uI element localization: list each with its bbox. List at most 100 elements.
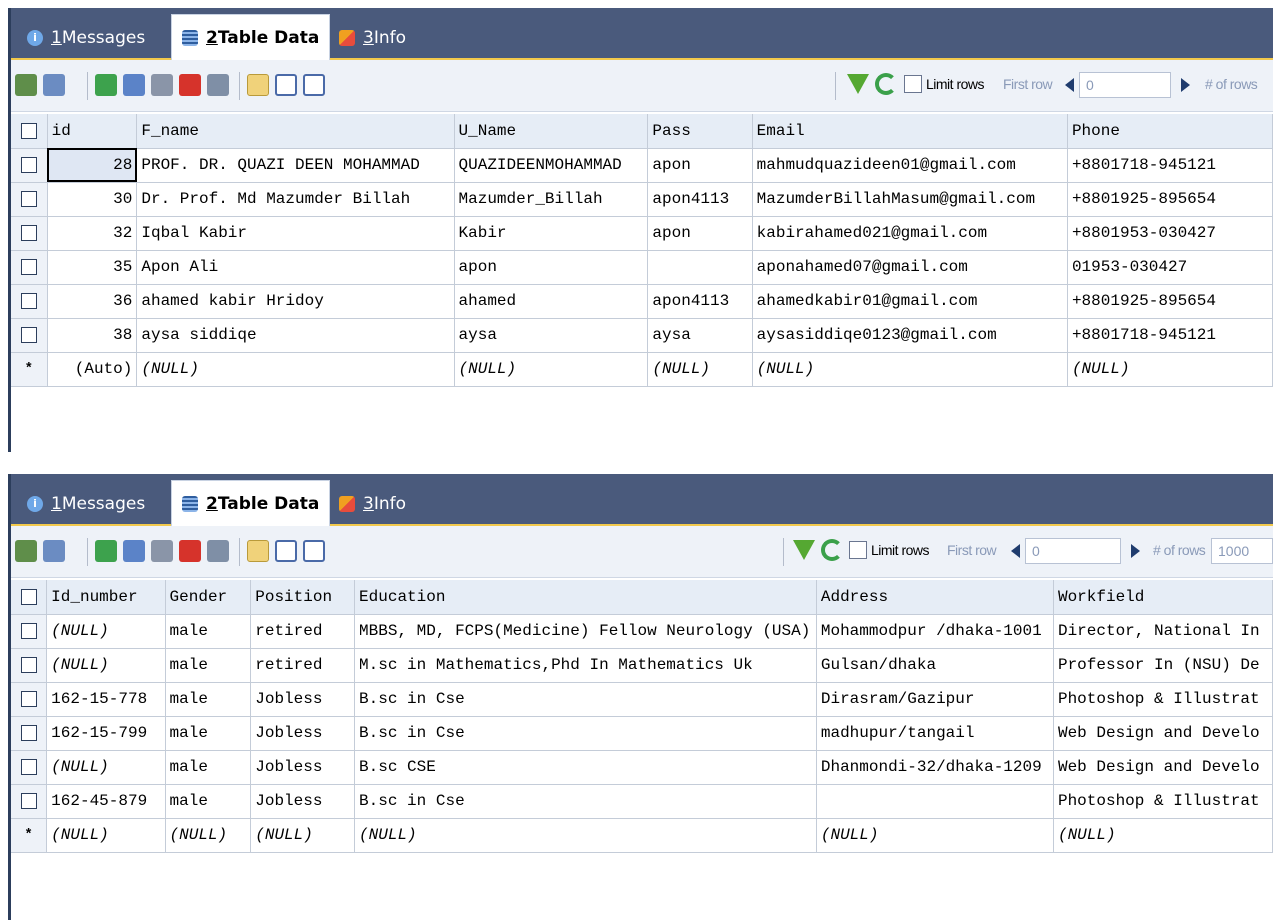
table-row[interactable]: 38 aysa siddiqe aysa aysa aysasiddiqe0123@gm… <box>11 318 1273 353</box>
form-view-icon[interactable] <box>275 74 297 96</box>
grid-cell[interactable]: Dhanmondi-32/dhaka-1209 <box>816 750 1054 785</box>
prev-page-icon[interactable] <box>1065 78 1074 92</box>
grid-cell[interactable]: B.sc in Cse <box>354 784 817 819</box>
grid-cell[interactable]: Photoshop & Illustrat <box>1053 682 1273 717</box>
grid-cell[interactable]: Professor In (NSU) De <box>1053 648 1273 683</box>
grid-cell[interactable]: aysa <box>647 318 753 353</box>
grid-cell[interactable]: male <box>165 648 252 683</box>
grid-cell[interactable]: 162-15-799 <box>46 716 166 751</box>
grid-cell[interactable]: +8801953-030427 <box>1067 216 1273 251</box>
grid-cell[interactable]: male <box>165 682 252 717</box>
filter-icon[interactable] <box>793 540 815 560</box>
row-select-cell[interactable] <box>11 648 48 683</box>
cancel-changes-icon[interactable] <box>207 74 229 96</box>
grid-cell[interactable]: kabirahamed021@gmail.com <box>752 216 1068 251</box>
num-rows-input[interactable]: 1000 <box>1211 538 1273 564</box>
grid-cell[interactable]: 28 <box>47 148 138 183</box>
new-row-cell[interactable]: (NULL) <box>354 818 817 853</box>
grid-cell[interactable]: 162-45-879 <box>46 784 166 819</box>
row-select-cell[interactable] <box>11 784 48 819</box>
column-header[interactable]: Workfield <box>1053 580 1273 615</box>
row-checkbox[interactable] <box>20 292 37 309</box>
row-checkbox[interactable] <box>20 792 37 809</box>
table-row[interactable]: 28 PROF. DR. QUAZI DEEN MOHAMMAD QUAZIDEEN… <box>11 148 1273 183</box>
grid-cell[interactable]: Apon Ali <box>136 250 455 285</box>
row-select-cell[interactable] <box>11 148 48 183</box>
grid-cell[interactable]: QUAZIDEENMOHAMMAD <box>454 148 649 183</box>
grid-cell[interactable]: apon <box>454 250 649 285</box>
column-header[interactable]: Phone <box>1067 114 1273 149</box>
row-checkbox[interactable] <box>20 724 37 741</box>
new-row-cell[interactable]: (NULL) <box>165 818 252 853</box>
grid-cell[interactable]: Gulsan/dhaka <box>816 648 1054 683</box>
grid-cell[interactable]: male <box>165 716 252 751</box>
grid-cell[interactable]: Iqbal Kabir <box>136 216 455 251</box>
insert-row-icon[interactable] <box>95 540 117 562</box>
tab-info[interactable]: 3 Info <box>329 16 416 60</box>
new-row-cell[interactable]: (NULL) <box>454 352 649 387</box>
grid-cell[interactable]: Mazumder_Billah <box>454 182 649 217</box>
first-row-input[interactable]: 0 <box>1025 538 1121 564</box>
grid-cell[interactable]: Kabir <box>454 216 649 251</box>
grid-cell[interactable]: mahmudquazideen01@gmail.com <box>752 148 1068 183</box>
grid-cell[interactable]: Jobless <box>250 750 356 785</box>
grid-cell[interactable]: Web Design and Develo <box>1053 716 1273 751</box>
new-row-cell[interactable]: (NULL) <box>1053 818 1273 853</box>
duplicate-row-icon[interactable] <box>123 540 145 562</box>
grid-cell[interactable]: M.sc in Mathematics,Phd In Mathematics U… <box>354 648 817 683</box>
tab-messages[interactable]: i 1 Messages <box>17 16 155 60</box>
grid-cell[interactable]: apon <box>647 148 753 183</box>
refresh-icon[interactable] <box>821 539 843 561</box>
first-row-input[interactable]: 0 <box>1079 72 1171 98</box>
grid-view-icon[interactable] <box>247 74 269 96</box>
column-header[interactable]: Pass <box>647 114 753 149</box>
row-checkbox[interactable] <box>20 190 37 207</box>
row-select-cell[interactable] <box>11 614 48 649</box>
grid-cell[interactable]: 162-15-778 <box>46 682 166 717</box>
select-all-checkbox-cell[interactable] <box>11 580 48 615</box>
prev-page-icon[interactable] <box>1011 544 1020 558</box>
grid-cell[interactable]: Mohammodpur /dhaka-1001 <box>816 614 1054 649</box>
column-header[interactable]: Gender <box>165 580 252 615</box>
next-page-icon[interactable] <box>1181 78 1190 92</box>
table-row[interactable]: (NULL) male Jobless B.sc CSE Dhanmondi-32/dh… <box>11 750 1273 785</box>
row-select-cell[interactable] <box>11 716 48 751</box>
select-all-checkbox[interactable] <box>20 122 37 139</box>
grid-cell[interactable]: Jobless <box>250 784 356 819</box>
text-view-icon[interactable] <box>303 540 325 562</box>
column-header[interactable]: F_name <box>136 114 455 149</box>
next-page-icon[interactable] <box>1131 544 1140 558</box>
column-header[interactable]: Position <box>250 580 356 615</box>
grid-cell[interactable]: MBBS, MD, FCPS(Medicine) Fellow Neurolog… <box>354 614 817 649</box>
grid-cell[interactable]: 38 <box>47 318 138 353</box>
grid-cell[interactable]: Jobless <box>250 682 356 717</box>
grid-cell[interactable]: 32 <box>47 216 138 251</box>
column-header[interactable]: Id_number <box>46 580 166 615</box>
row-checkbox[interactable] <box>20 156 37 173</box>
row-checkbox[interactable] <box>20 690 37 707</box>
row-checkbox[interactable] <box>20 758 37 775</box>
row-checkbox[interactable] <box>20 326 37 343</box>
new-row-cell[interactable]: (NULL) <box>250 818 356 853</box>
grid-cell[interactable]: +8801925-895654 <box>1067 182 1273 217</box>
column-header[interactable]: Address <box>816 580 1054 615</box>
refresh-icon[interactable] <box>875 73 897 95</box>
new-row-cell[interactable]: (NULL) <box>1067 352 1273 387</box>
grid-cell[interactable]: (NULL) <box>46 648 166 683</box>
grid-cell[interactable]: B.sc in Cse <box>354 682 817 717</box>
duplicate-row-icon[interactable] <box>123 74 145 96</box>
limit-rows-checkbox[interactable] <box>904 75 922 93</box>
new-row-cell[interactable]: (Auto) <box>47 352 138 387</box>
grid-cell[interactable]: madhupur/tangail <box>816 716 1054 751</box>
cancel-changes-icon[interactable] <box>207 540 229 562</box>
new-row[interactable]: * (Auto) (NULL) (NULL) (NULL) (NULL) (NULL) <box>11 352 1273 387</box>
table-row[interactable]: (NULL) male retired MBBS, MD, FCPS(Medicine… <box>11 614 1273 649</box>
grid-cell[interactable] <box>816 784 1054 819</box>
grid-cell[interactable]: (NULL) <box>46 750 166 785</box>
new-row-cell[interactable]: (NULL) <box>136 352 455 387</box>
save-icon[interactable] <box>151 540 173 562</box>
grid-cell[interactable]: male <box>165 614 252 649</box>
grid-cell[interactable]: male <box>165 750 252 785</box>
row-checkbox[interactable] <box>20 622 37 639</box>
grid-cell[interactable]: aysa <box>454 318 649 353</box>
